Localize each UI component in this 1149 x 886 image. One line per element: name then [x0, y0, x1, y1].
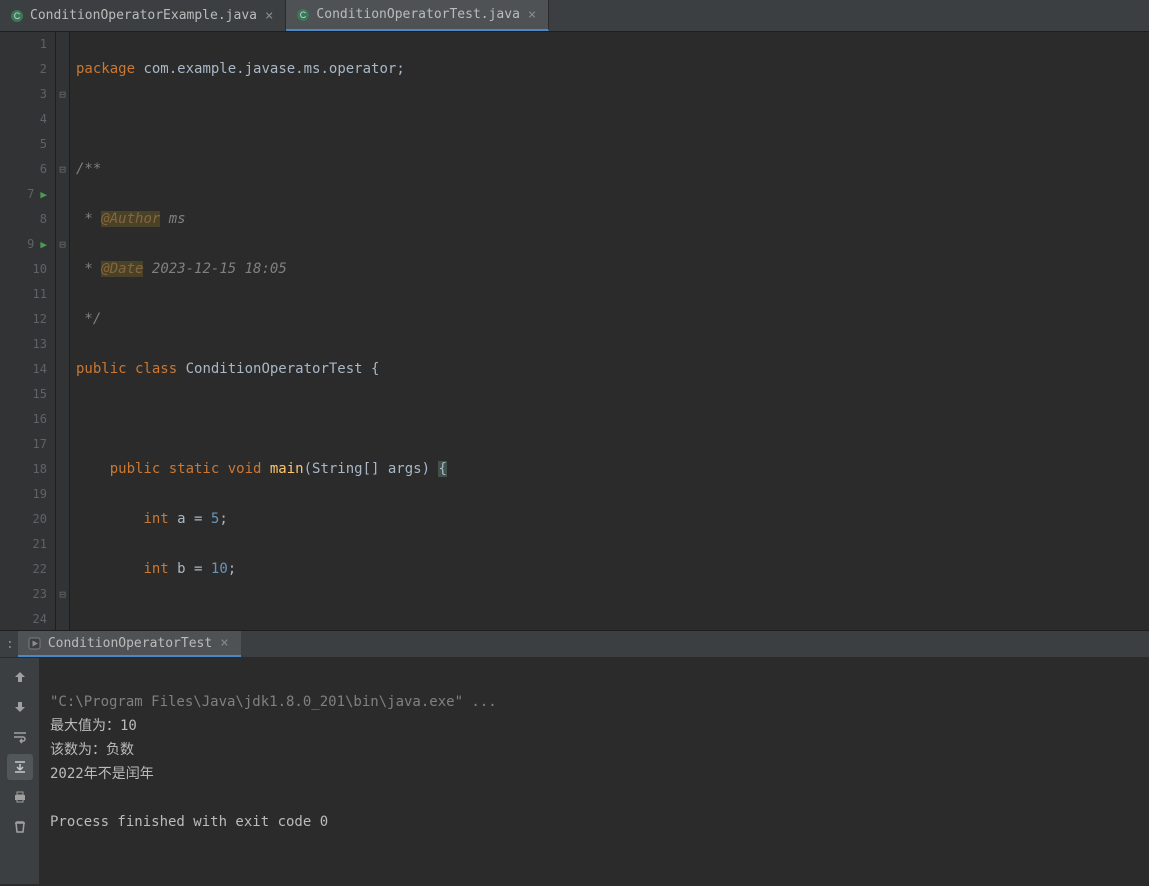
editor-body: 1 2 3 4 5 6 7▶ 8 9▶ 10 11 12 13 14 15 16… — [0, 32, 1149, 630]
run-tab-bar: : ConditionOperatorTest × — [0, 630, 1149, 658]
console-exit-line: Process finished with exit code 0 — [50, 814, 328, 830]
svg-text:C: C — [300, 10, 307, 20]
editor-tab-condition-operator-example[interactable]: C ConditionOperatorExample.java × — [0, 0, 286, 31]
fold-column: ⊟ ⊟ ⊟ ⊟ — [56, 32, 70, 630]
fold-icon[interactable]: ⊟ — [56, 82, 69, 107]
fold-icon[interactable]: ⊟ — [56, 232, 69, 257]
collapse-handle-icon[interactable]: : — [6, 637, 18, 652]
print-icon[interactable] — [7, 784, 33, 810]
run-gutter-icon[interactable]: ▶ — [40, 232, 47, 257]
code-area[interactable]: package com.example.javase.ms.operator; … — [70, 32, 1149, 630]
arrow-down-icon[interactable] — [7, 694, 33, 720]
editor-tab-condition-operator-test[interactable]: C ConditionOperatorTest.java × — [286, 0, 549, 31]
scroll-to-end-icon[interactable] — [7, 754, 33, 780]
fold-icon[interactable]: ⊟ — [56, 157, 69, 182]
run-config-icon — [28, 636, 42, 650]
console-line: 2022年不是闰年 — [50, 766, 154, 782]
close-icon[interactable]: × — [526, 7, 538, 23]
run-toolbar — [0, 658, 40, 884]
console-line: 该数为：负数 — [50, 742, 134, 758]
console-line: 最大值为：10 — [50, 718, 137, 734]
run-tab-label: ConditionOperatorTest — [48, 636, 212, 651]
tab-label: ConditionOperatorTest.java — [316, 7, 520, 22]
java-class-icon: C — [10, 9, 24, 23]
line-number-gutter: 1 2 3 4 5 6 7▶ 8 9▶ 10 11 12 13 14 15 16… — [0, 32, 56, 630]
svg-text:C: C — [14, 11, 21, 21]
java-class-icon: C — [296, 8, 310, 22]
run-gutter-icon[interactable]: ▶ — [40, 182, 47, 207]
trash-icon[interactable] — [7, 814, 33, 840]
console-command-line: "C:\Program Files\Java\jdk1.8.0_201\bin\… — [50, 694, 497, 710]
soft-wrap-icon[interactable] — [7, 724, 33, 750]
editor-tabs: C ConditionOperatorExample.java × C Cond… — [0, 0, 1149, 32]
close-icon[interactable]: × — [218, 635, 230, 651]
run-tab-condition-operator-test[interactable]: ConditionOperatorTest × — [18, 631, 241, 657]
run-tool-window: "C:\Program Files\Java\jdk1.8.0_201\bin\… — [0, 658, 1149, 884]
console-output[interactable]: "C:\Program Files\Java\jdk1.8.0_201\bin\… — [40, 658, 1149, 884]
fold-icon[interactable]: ⊟ — [56, 582, 69, 607]
arrow-up-icon[interactable] — [7, 664, 33, 690]
close-icon[interactable]: × — [263, 8, 275, 24]
tab-label: ConditionOperatorExample.java — [30, 8, 257, 23]
